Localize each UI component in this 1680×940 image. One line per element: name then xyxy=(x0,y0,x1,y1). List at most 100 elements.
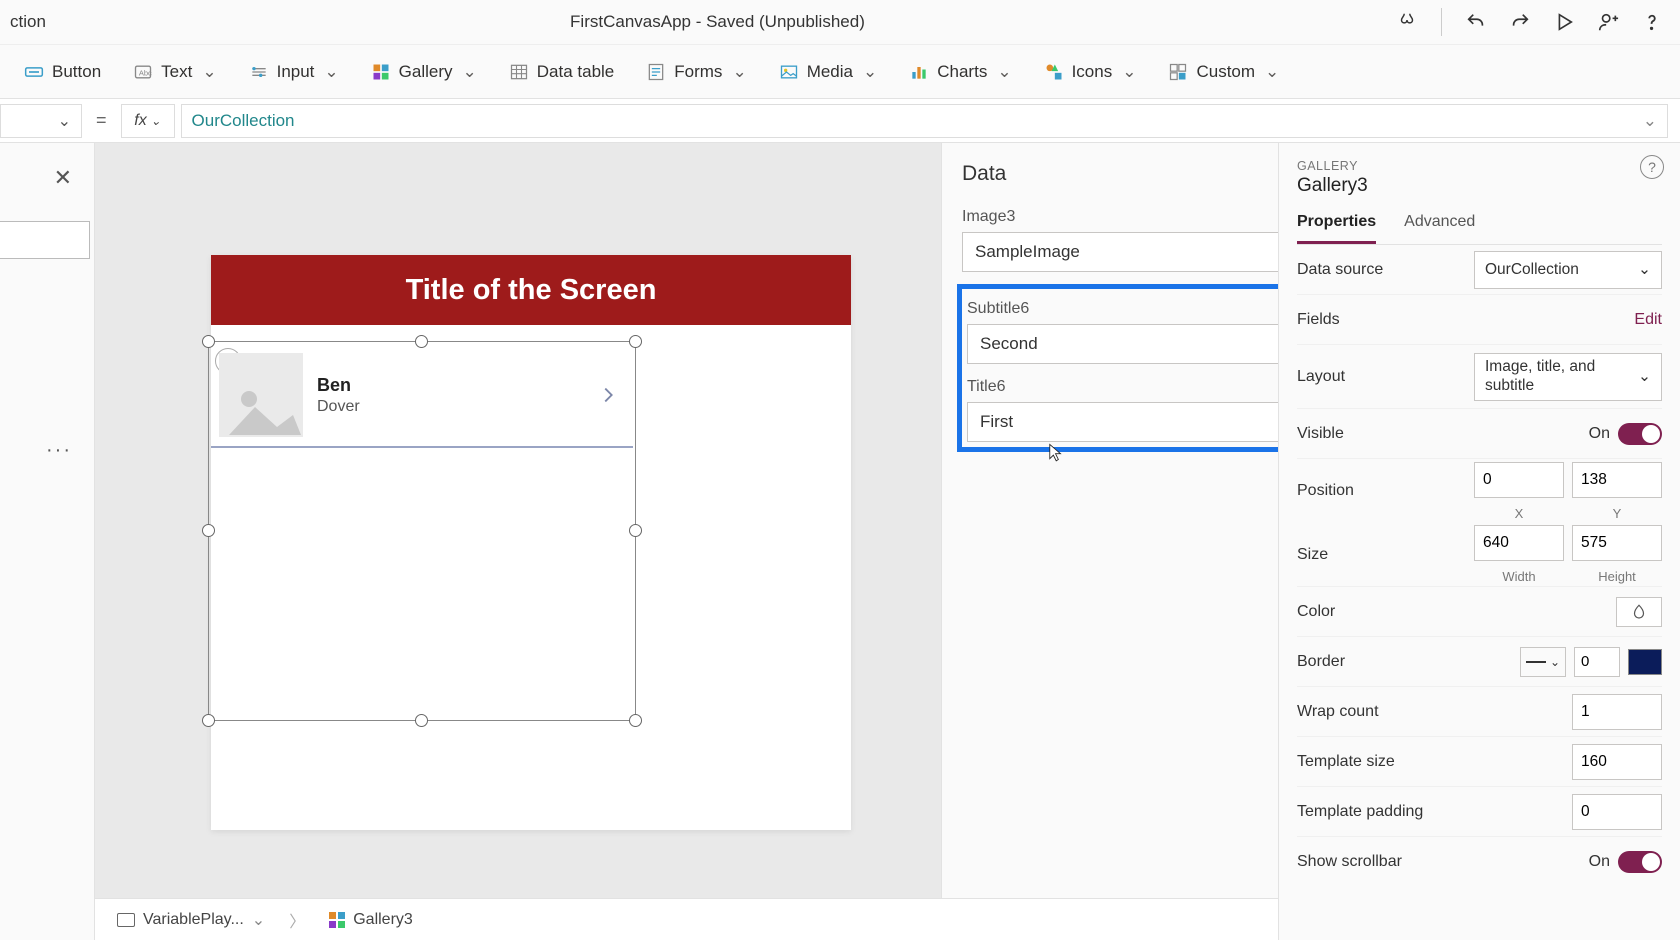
close-tree-button[interactable]: ✕ xyxy=(54,165,72,191)
fields-label: Fields xyxy=(1297,311,1634,329)
showscrollbar-label: Show scrollbar xyxy=(1297,853,1589,871)
canvas-area[interactable]: Title of the Screen Ben Dover xyxy=(95,143,1278,940)
insert-media[interactable]: Media ⌄ xyxy=(763,45,894,99)
image-field-label: Image3 xyxy=(962,208,1278,226)
gallery-icon xyxy=(371,62,391,82)
showscrollbar-toggle[interactable] xyxy=(1618,851,1662,873)
showscrollbar-value: On xyxy=(1589,853,1610,871)
input-icon xyxy=(249,62,269,82)
insert-gallery[interactable]: Gallery ⌄ xyxy=(355,45,493,99)
templatepadding-label: Template padding xyxy=(1297,803,1572,821)
tree-item-more[interactable]: ··· xyxy=(46,439,72,462)
chevron-right-icon[interactable] xyxy=(597,384,625,406)
templatesize-input[interactable] xyxy=(1572,744,1662,780)
property-selector[interactable]: ⌄ xyxy=(0,104,82,138)
insert-icons[interactable]: Icons ⌄ xyxy=(1028,45,1153,99)
title-field-select[interactable]: First ⌄ xyxy=(967,402,1278,442)
border-style-select[interactable]: ⌄ xyxy=(1520,647,1566,677)
insert-charts[interactable]: Charts ⌄ xyxy=(893,45,1027,99)
border-color-button[interactable] xyxy=(1628,649,1662,675)
insert-charts-label: Charts xyxy=(937,62,987,82)
insert-forms[interactable]: Forms ⌄ xyxy=(630,45,762,99)
help-icon[interactable]: ? xyxy=(1640,155,1664,179)
chevron-down-icon: ⌄ xyxy=(324,62,338,82)
undo-button[interactable] xyxy=(1458,4,1494,40)
highlighted-region: Subtitle6 Second ⌄ Title6 First ⌄ xyxy=(957,284,1278,452)
insert-icons-label: Icons xyxy=(1072,62,1113,82)
templatepadding-input[interactable] xyxy=(1572,794,1662,830)
pos-y-label: Y xyxy=(1572,506,1662,521)
image-field-value: SampleImage xyxy=(975,242,1080,262)
position-x-input[interactable] xyxy=(1474,462,1564,498)
screen-icon xyxy=(117,913,135,927)
fields-edit-link[interactable]: Edit xyxy=(1634,311,1662,329)
expand-formula-button[interactable]: ⌄ xyxy=(1643,111,1657,131)
resize-handle[interactable] xyxy=(629,524,642,537)
status-screen[interactable]: VariablePlay... ⌄ xyxy=(109,906,273,934)
gallery-item[interactable]: Ben Dover xyxy=(211,344,633,448)
image-field-select[interactable]: SampleImage ⌄ xyxy=(962,232,1278,272)
app-checker-button[interactable] xyxy=(1389,4,1425,40)
insert-datatable-label: Data table xyxy=(537,62,615,82)
formula-value: OurCollection xyxy=(192,111,295,131)
item-subtitle: Dover xyxy=(317,398,597,416)
insert-media-label: Media xyxy=(807,62,853,82)
chevron-down-icon: ⌄ xyxy=(997,62,1011,82)
border-label: Border xyxy=(1297,653,1520,671)
chevron-down-icon: ⌄ xyxy=(252,910,265,930)
chevron-down-icon: ⌄ xyxy=(1550,655,1560,669)
position-label: Position xyxy=(1297,482,1474,500)
chevron-down-icon: ⌄ xyxy=(151,114,161,128)
tab-advanced[interactable]: Advanced xyxy=(1404,213,1475,244)
gallery-selection[interactable]: Ben Dover xyxy=(208,341,636,721)
border-width-input[interactable] xyxy=(1574,647,1620,677)
status-gallery[interactable]: Gallery3 xyxy=(321,907,421,933)
insert-custom[interactable]: Custom ⌄ xyxy=(1152,45,1295,99)
chevron-down-icon: ⌄ xyxy=(863,62,877,82)
gallery-icon xyxy=(329,912,345,928)
insert-input-label: Input xyxy=(277,62,315,82)
layout-select[interactable]: Image, title, and subtitle ⌄ xyxy=(1474,353,1662,401)
help-button[interactable] xyxy=(1634,4,1670,40)
size-width-input[interactable] xyxy=(1474,525,1564,561)
data-panel: Data ✕ Image3 SampleImage ⌄ Subtitle6 Se… xyxy=(941,143,1278,940)
chevron-down-icon: ⌄ xyxy=(1638,367,1651,386)
properties-panel: GALLERY Gallery3 ? Properties Advanced D… xyxy=(1278,143,1680,940)
resize-handle[interactable] xyxy=(202,714,215,727)
play-button[interactable] xyxy=(1546,4,1582,40)
item-title: Ben xyxy=(317,375,597,396)
resize-handle[interactable] xyxy=(202,524,215,537)
forms-icon xyxy=(646,62,666,82)
insert-text[interactable]: Abc Text ⌄ xyxy=(117,45,232,99)
wrapcount-input[interactable] xyxy=(1572,694,1662,730)
data-source-value: OurCollection xyxy=(1485,261,1579,279)
insert-input[interactable]: Input ⌄ xyxy=(233,45,355,99)
visible-toggle[interactable] xyxy=(1618,423,1662,445)
resize-handle[interactable] xyxy=(415,714,428,727)
icons-icon xyxy=(1044,62,1064,82)
insert-forms-label: Forms xyxy=(674,62,722,82)
tab-properties[interactable]: Properties xyxy=(1297,213,1376,244)
color-picker-button[interactable] xyxy=(1616,597,1662,627)
formula-input[interactable]: OurCollection ⌄ xyxy=(181,104,1668,138)
size-height-input[interactable] xyxy=(1572,525,1662,561)
data-source-select[interactable]: OurCollection ⌄ xyxy=(1474,251,1662,289)
insert-custom-label: Custom xyxy=(1196,62,1255,82)
equals-sign: = xyxy=(82,110,121,131)
divider xyxy=(1441,8,1442,36)
tree-search-input[interactable] xyxy=(0,221,90,259)
resize-handle[interactable] xyxy=(629,714,642,727)
insert-button[interactable]: Button xyxy=(8,45,117,99)
visible-value: On xyxy=(1589,425,1610,443)
position-y-input[interactable] xyxy=(1572,462,1662,498)
charts-icon xyxy=(909,62,929,82)
share-user-button[interactable] xyxy=(1590,4,1626,40)
chevron-down-icon: ⌄ xyxy=(732,62,746,82)
redo-button[interactable] xyxy=(1502,4,1538,40)
insert-datatable[interactable]: Data table xyxy=(493,45,631,99)
chevron-down-icon: ⌄ xyxy=(463,62,477,82)
fx-button[interactable]: fx⌄ xyxy=(121,104,175,138)
control-type-label: GALLERY xyxy=(1297,159,1662,173)
subtitle-field-select[interactable]: Second ⌄ xyxy=(967,324,1278,364)
insert-gallery-label: Gallery xyxy=(399,62,453,82)
